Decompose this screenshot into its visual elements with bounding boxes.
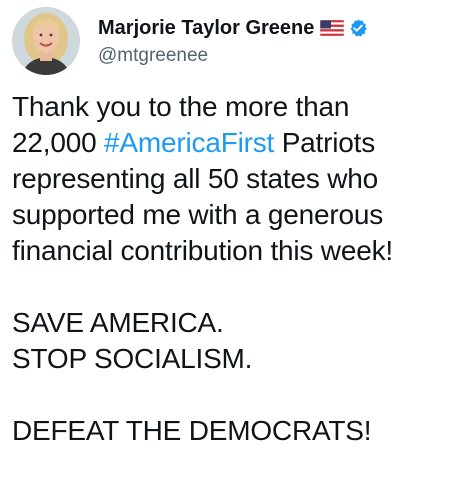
verified-badge-icon — [348, 18, 368, 38]
tweet-line: supported me with a generous — [12, 199, 384, 230]
hashtag-link[interactable]: #AmericaFirst — [104, 127, 274, 158]
tweet-paragraph-3: DEFEAT THE DEMOCRATS! — [12, 413, 464, 449]
tweet-line: STOP SOCIALISM. — [12, 343, 253, 374]
tweet-header: Marjorie Taylor Greene @mtgreenee — [12, 6, 368, 76]
tweet: Marjorie Taylor Greene @mtgreenee Thank … — [0, 0, 470, 500]
avatar[interactable] — [12, 7, 80, 75]
tweet-text: Thank you to the more than 22,000 #Ameri… — [12, 89, 464, 449]
tweet-line: Thank you to the more than — [12, 91, 350, 122]
handle[interactable]: @mtgreenee — [98, 45, 368, 67]
avatar-image — [12, 7, 80, 75]
author-info: Marjorie Taylor Greene @mtgreenee — [98, 15, 368, 67]
tweet-line-text: Patriots — [274, 127, 376, 158]
tweet-line: SAVE AMERICA. — [12, 307, 224, 338]
tweet-line: DEFEAT THE DEMOCRATS! — [12, 415, 372, 446]
tweet-line: financial contribution this week! — [12, 235, 393, 266]
tweet-line-text: 22,000 — [12, 127, 105, 158]
tweet-line: representing all 50 states who — [12, 163, 378, 194]
name-row: Marjorie Taylor Greene — [98, 15, 368, 41]
tweet-paragraph-2: SAVE AMERICA. STOP SOCIALISM. — [12, 305, 464, 377]
display-name[interactable]: Marjorie Taylor Greene — [98, 17, 314, 40]
us-flag-icon — [320, 19, 345, 37]
tweet-line: 22,000 #AmericaFirst Patriots — [12, 125, 464, 161]
tweet-paragraph-1: Thank you to the more than 22,000 #Ameri… — [12, 89, 464, 269]
